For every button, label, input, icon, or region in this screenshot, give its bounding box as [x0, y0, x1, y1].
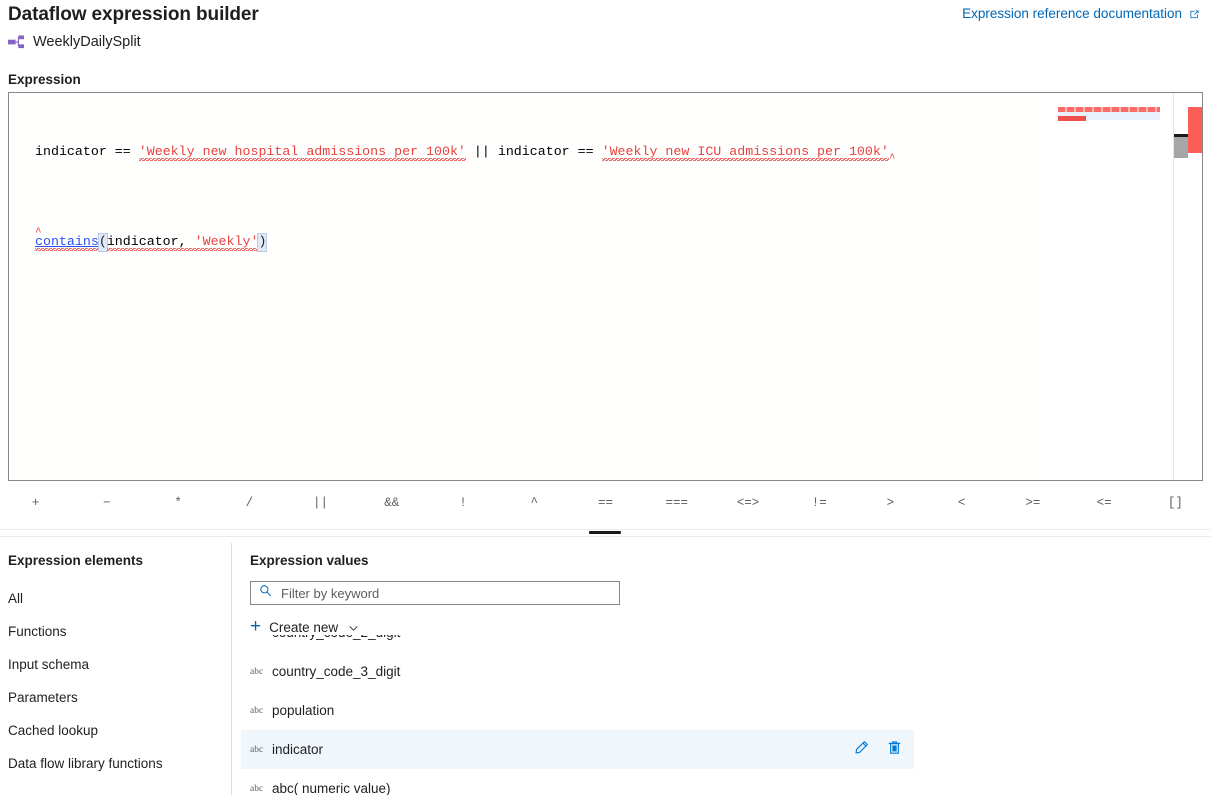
minimap-line-2-bg [1086, 116, 1160, 120]
operator-button[interactable]: / [214, 487, 285, 519]
token-identifier: indicator [35, 144, 115, 159]
token-string: 'Weekly new hospital admissions per 100k… [138, 144, 466, 161]
operator-button[interactable]: || [285, 487, 356, 519]
panel-divider-bottom [0, 536, 1211, 537]
expression-section-label: Expression [8, 72, 81, 87]
panel-divider-top [0, 529, 1211, 530]
stream-name-row: WeeklyDailySplit [8, 34, 141, 50]
operator-button[interactable]: < [926, 487, 997, 519]
plus-icon: + [250, 615, 262, 637]
list-item[interactable]: abc abc( numeric value) [241, 769, 914, 795]
page-title: Dataflow expression builder [8, 4, 259, 25]
list-item-label: population [272, 703, 335, 718]
minimap-line-2 [1058, 116, 1086, 121]
expression-editor[interactable]: indicator == 'Weekly new hospital admiss… [8, 92, 1203, 481]
operator-button[interactable]: ! [427, 487, 498, 519]
operator-button[interactable]: [] [1140, 487, 1211, 519]
token-string: 'Weekly new ICU admissions per 100k' [601, 144, 889, 161]
abc-type-icon: abc [250, 635, 272, 638]
code-line-1: indicator == 'Weekly new hospital admiss… [9, 143, 1174, 165]
operator-button[interactable]: − [71, 487, 142, 519]
doc-link-label: Expression reference documentation [962, 6, 1182, 21]
token-argument: indicator, [106, 234, 195, 251]
list-item[interactable]: abc country_code_2_digit [241, 635, 914, 652]
chevron-down-icon [348, 622, 359, 633]
operator-button[interactable]: != [784, 487, 855, 519]
abc-type-icon: abc [250, 783, 264, 794]
error-marker: ^ [888, 153, 896, 165]
code-area[interactable]: indicator == 'Weekly new hospital admiss… [9, 93, 1174, 480]
abc-type-icon: abc [250, 666, 264, 677]
code-line-2: ^ contains(indicator, 'Weekly') [9, 227, 1174, 252]
trash-icon[interactable] [887, 740, 902, 760]
expression-elements-pane: Expression elements All Functions Input … [0, 543, 232, 795]
pencil-icon[interactable] [854, 740, 869, 760]
search-icon [259, 584, 272, 602]
external-link-icon [1188, 8, 1201, 21]
operator-button[interactable]: * [142, 487, 213, 519]
token-operator: == [577, 144, 594, 159]
token-operator-or: || [465, 144, 498, 159]
token-paren-close: ) [257, 233, 268, 252]
token-identifier: indicator [497, 144, 578, 159]
token-paren-open: ( [97, 233, 108, 252]
sidebar-item-input-schema[interactable]: Input schema [8, 654, 93, 675]
operator-toolbar: + − * / || && ! ^ == === <=> != > < >= <… [0, 487, 1211, 519]
token-function-contains: contains [35, 234, 99, 251]
editor-minimap[interactable] [1046, 93, 1174, 480]
sidebar-item-cached-lookup[interactable]: Cached lookup [8, 720, 102, 741]
operator-button[interactable]: && [356, 487, 427, 519]
row-actions [854, 730, 902, 769]
editor-overview-ruler[interactable] [1188, 93, 1202, 480]
list-item-label: indicator [272, 742, 324, 757]
stream-name-label: WeeklyDailySplit [33, 34, 141, 50]
editor-scrollbar-cursor-mark [1174, 134, 1188, 137]
list-item-label: abc( numeric value) [272, 781, 391, 795]
token-operator: == [114, 144, 131, 159]
sidebar-item-all[interactable]: All [8, 588, 27, 609]
filter-input[interactable] [279, 584, 611, 602]
sidebar-item-parameters[interactable]: Parameters [8, 687, 82, 708]
expression-values-list[interactable]: abc country_code_2_digit abc country_cod… [241, 635, 914, 795]
sidebar-item-functions[interactable]: Functions [8, 621, 71, 642]
filter-search-box[interactable] [250, 581, 620, 605]
operator-button[interactable]: <=> [712, 487, 783, 519]
expression-values-title: Expression values [250, 553, 369, 568]
sidebar-item-data-flow-library-functions[interactable]: Data flow library functions [8, 753, 167, 774]
token-string: 'Weekly' [194, 234, 259, 251]
abc-type-icon: abc [250, 744, 264, 755]
operator-button[interactable]: + [0, 487, 71, 519]
operator-button[interactable]: > [855, 487, 926, 519]
operator-button[interactable]: === [641, 487, 712, 519]
operator-button[interactable]: <= [1069, 487, 1140, 519]
expression-elements-title: Expression elements [8, 553, 144, 568]
conditional-split-icon [8, 34, 25, 50]
create-new-label: Create new [269, 620, 339, 635]
panel-resize-handle[interactable] [589, 531, 621, 534]
list-item-label: country_code_3_digit [272, 664, 401, 679]
editor-scrollbar-thumb[interactable] [1174, 136, 1188, 158]
create-new-button[interactable]: + Create new [250, 615, 359, 637]
list-item[interactable]: abc population [241, 691, 914, 730]
list-item-selected[interactable]: abc indicator [241, 730, 914, 769]
abc-type-icon: abc [250, 705, 264, 716]
operator-button[interactable]: ^ [499, 487, 570, 519]
operator-button[interactable]: >= [997, 487, 1068, 519]
expression-reference-documentation-link[interactable]: Expression reference documentation [962, 6, 1201, 21]
header: Dataflow expression builder Expression r… [0, 0, 1211, 92]
overview-ruler-error-mark [1188, 107, 1202, 153]
expression-values-pane: Expression values + Create new abc count… [233, 543, 1211, 795]
list-item-label: country_code_2_digit [272, 635, 400, 640]
list-item[interactable]: abc country_code_3_digit [241, 652, 914, 691]
operator-button[interactable]: == [570, 487, 641, 519]
